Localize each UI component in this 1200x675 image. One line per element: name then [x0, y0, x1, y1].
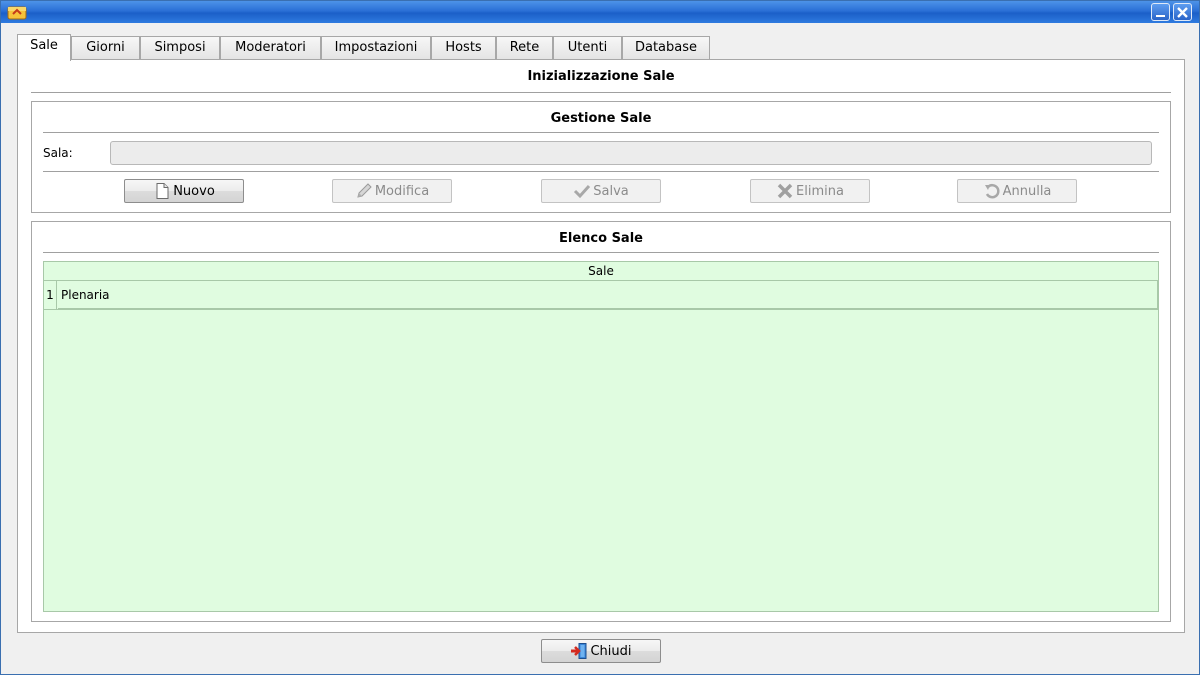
modifica-label: Modifica [374, 183, 430, 199]
table-row[interactable]: 1 Plenaria [44, 281, 1158, 310]
table-cell-sala[interactable]: Plenaria [58, 281, 1158, 309]
gestione-sale-title: Gestione Sale [550, 111, 652, 126]
sala-input[interactable] [110, 141, 1152, 165]
elimina-label: Elimina [796, 183, 844, 199]
tab-rete[interactable]: Rete [496, 36, 553, 60]
modifica-button[interactable]: Modifica [332, 179, 452, 203]
nuovo-button[interactable]: Nuovo [124, 179, 244, 203]
minimize-icon [1156, 15, 1165, 17]
tab-simposi[interactable]: Simposi [140, 36, 220, 60]
tab-hosts[interactable]: Hosts [431, 36, 496, 60]
close-icon [1177, 7, 1188, 18]
checkmark-icon [574, 184, 591, 199]
salva-button[interactable]: Salva [541, 179, 661, 203]
grid-column-header-sale[interactable]: Sale [44, 262, 1158, 281]
pencil-icon [357, 183, 372, 198]
tab-utenti[interactable]: Utenti [553, 36, 622, 60]
application-window: Sale Giorni Simposi Moderatori Impostazi… [0, 0, 1200, 675]
close-window-button[interactable] [1173, 3, 1192, 21]
nuovo-label: Nuovo [173, 183, 215, 199]
x-icon [777, 183, 793, 199]
exit-door-icon [571, 643, 587, 659]
title-divider [31, 92, 1171, 93]
gestione-divider [43, 132, 1159, 133]
chiudi-label: Chiudi [590, 643, 632, 659]
title-bar[interactable] [1, 1, 1199, 23]
salva-label: Salva [593, 183, 629, 199]
chiudi-button[interactable]: Chiudi [541, 639, 661, 663]
buttons-divider [43, 171, 1159, 172]
tab-giorni[interactable]: Giorni [71, 36, 140, 60]
undo-icon [984, 183, 1000, 199]
row-number: 1 [44, 281, 57, 309]
annulla-label: Annulla [1002, 183, 1052, 199]
tab-database[interactable]: Database [622, 36, 710, 60]
elimina-button[interactable]: Elimina [750, 179, 870, 203]
tab-impostazioni[interactable]: Impostazioni [321, 36, 431, 60]
tab-sale[interactable]: Sale [17, 34, 71, 61]
sala-label: Sala: [43, 146, 73, 160]
sale-grid[interactable]: Sale 1 Plenaria [43, 261, 1159, 612]
elenco-divider [43, 252, 1159, 253]
new-document-icon [156, 183, 169, 199]
annulla-button[interactable]: Annulla [957, 179, 1077, 203]
app-icon [7, 6, 27, 20]
elenco-sale-title: Elenco Sale [559, 231, 643, 246]
page-title: Inizializzazione Sale [527, 69, 675, 84]
minimize-button[interactable] [1151, 3, 1170, 21]
tab-moderatori[interactable]: Moderatori [220, 36, 321, 60]
